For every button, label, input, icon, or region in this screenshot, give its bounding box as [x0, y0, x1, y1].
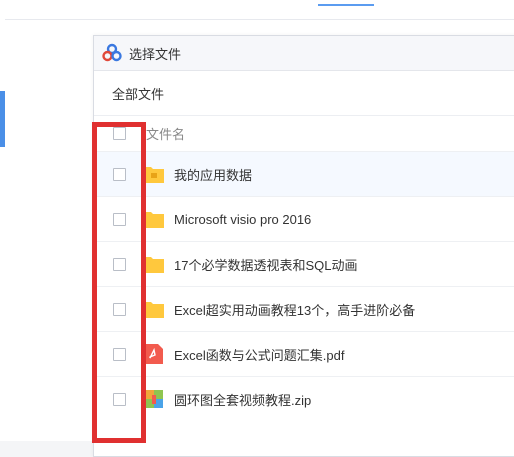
file-name: 17个必学数据透视表和SQL动画 — [174, 257, 358, 273]
folder-icon — [144, 257, 164, 273]
select-file-dialog: 选择文件 全部文件 文件名 我的应用数据 Microsoft visio pro… — [93, 35, 514, 457]
file-row[interactable]: Excel函数与公式问题汇集.pdf — [94, 331, 514, 376]
select-all-checkbox[interactable] — [113, 127, 126, 140]
file-row[interactable]: Microsoft visio pro 2016 — [94, 196, 514, 241]
file-checkbox[interactable] — [113, 257, 126, 271]
top-separator — [5, 19, 514, 20]
file-checkbox[interactable] — [113, 302, 126, 316]
column-header: 文件名 — [94, 116, 514, 151]
file-checkbox[interactable] — [113, 212, 126, 226]
active-tab-underline — [318, 4, 374, 6]
folder-icon — [144, 302, 164, 318]
zip-icon — [145, 390, 163, 408]
dialog-title: 选择文件 — [129, 46, 182, 62]
dialog-header: 选择文件 — [94, 36, 514, 71]
file-row[interactable]: 我的应用数据 — [94, 151, 514, 196]
file-row[interactable]: 17个必学数据透视表和SQL动画 — [94, 241, 514, 286]
file-name: 我的应用数据 — [174, 167, 253, 183]
baidu-cloud-logo-icon — [102, 43, 122, 62]
file-checkbox[interactable] — [113, 392, 126, 406]
breadcrumb-all-files[interactable]: 全部文件 — [112, 84, 164, 103]
breadcrumb: 全部文件 — [94, 71, 514, 116]
file-row[interactable]: 圆环图全套视频教程.zip — [94, 376, 514, 421]
folder-icon — [144, 212, 164, 228]
file-name: Excel超实用动画教程13个，高手进阶必备 — [174, 302, 416, 318]
file-checkbox[interactable] — [113, 347, 126, 361]
folder-app-icon — [144, 167, 164, 183]
file-name: Excel函数与公式问题汇集.pdf — [174, 347, 345, 363]
column-name-header: 文件名 — [146, 127, 186, 142]
file-row[interactable]: Excel超实用动画教程13个，高手进阶必备 — [94, 286, 514, 331]
pdf-icon — [146, 344, 163, 364]
file-checkbox[interactable] — [113, 167, 126, 181]
file-name: 圆环图全套视频教程.zip — [174, 392, 312, 408]
file-name: Microsoft visio pro 2016 — [174, 211, 312, 227]
